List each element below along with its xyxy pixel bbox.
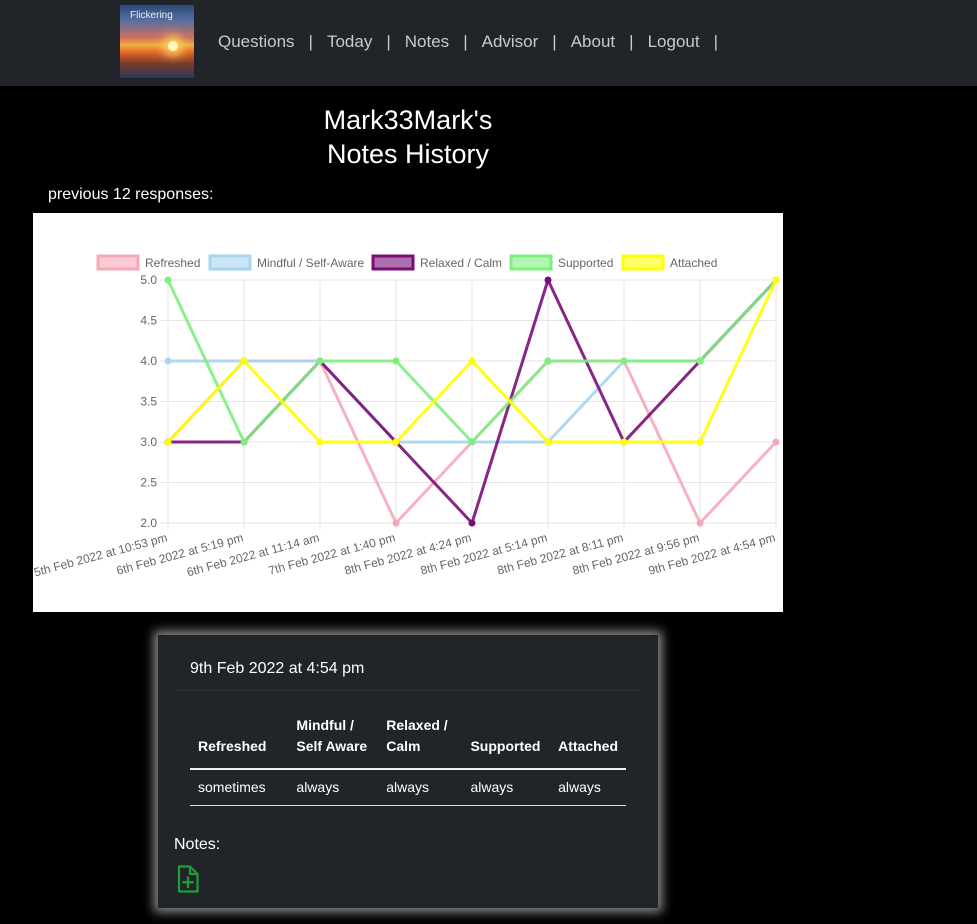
logo-sun <box>168 41 178 51</box>
nav-separator: | <box>713 32 718 51</box>
x-tick-label: 9th Feb 2022 at 4:54 pm <box>647 530 777 577</box>
nav-links: Questions | Today | Notes | Advisor | About | Logo… <box>218 32 732 52</box>
response-table: Refreshed Mindful / Self Aware Relaxed /… <box>190 707 626 806</box>
history-chart-container: 5.0 4.5 4.0 3.5 3.0 2.5 2.0 5th Feb 2022 at 10:… <box>32 213 783 612</box>
cell-refreshed: sometimes <box>190 769 289 806</box>
legend-label: Attached <box>670 256 717 270</box>
table-header-row: Refreshed Mindful / Self Aware Relaxed /… <box>190 707 626 770</box>
nav-separator: | <box>308 32 313 51</box>
data-point <box>544 357 552 365</box>
cell-attached: always <box>550 769 626 806</box>
y-tick-label: 3.5 <box>140 395 157 409</box>
legend-label: Supported <box>558 256 613 270</box>
nav-about[interactable]: About <box>571 32 615 51</box>
data-point <box>544 438 552 446</box>
file-plus-icon[interactable] <box>177 865 199 893</box>
data-point <box>544 276 552 284</box>
page-title-line2: Notes History <box>326 139 490 169</box>
y-tick-label: 4.0 <box>140 354 157 368</box>
data-point <box>240 357 248 365</box>
data-point <box>164 438 172 446</box>
nav-questions[interactable]: Questions <box>218 32 295 51</box>
nav-notes[interactable]: Notes <box>405 32 449 51</box>
data-point <box>468 357 476 365</box>
legend-swatch <box>621 254 665 271</box>
y-tick-label: 5.0 <box>140 273 157 287</box>
logo-text: Flickering <box>130 10 173 21</box>
legend-swatch <box>371 254 415 271</box>
legend-swatch <box>509 254 553 271</box>
history-line-chart: 5.04.54.03.53.02.52.05th Feb 2022 at 10:… <box>32 254 780 579</box>
data-point <box>620 357 628 365</box>
y-tick-label: 4.5 <box>140 314 157 328</box>
legend-swatch <box>96 254 140 271</box>
col-header-relaxed: Relaxed / Calm <box>378 707 463 770</box>
card-date: 9th Feb 2022 at 4:54 pm <box>190 660 365 677</box>
page-title: Mark33Mark's Notes History <box>258 103 558 171</box>
nav-separator: | <box>463 32 468 51</box>
nav-logout[interactable]: Logout <box>648 32 700 51</box>
col-header-supported: Supported <box>462 707 551 770</box>
legend-swatch <box>208 254 252 271</box>
previous-responses-label: previous 12 responses: <box>48 186 214 203</box>
app-logo[interactable]: Flickering <box>120 5 194 78</box>
legend-label: Refreshed <box>145 256 200 270</box>
data-point <box>164 276 172 284</box>
data-point <box>696 357 704 365</box>
notes-label: Notes: <box>174 836 221 853</box>
nav-separator: | <box>629 32 634 51</box>
nav-advisor[interactable]: Advisor <box>482 32 539 51</box>
col-header-attached: Attached <box>550 707 626 770</box>
cell-mindful: always <box>288 769 379 806</box>
data-point <box>392 519 400 527</box>
cell-relaxed: always <box>378 769 463 806</box>
data-point <box>392 357 400 365</box>
nav-today[interactable]: Today <box>327 32 372 51</box>
y-tick-label: 3.0 <box>140 435 157 449</box>
data-point <box>164 357 172 365</box>
data-point <box>316 357 324 365</box>
data-point <box>772 276 780 284</box>
navbar: Flickering Questions | Today | Notes | Advisor… <box>0 0 977 86</box>
data-point <box>240 438 248 446</box>
legend-label: Relaxed / Calm <box>420 256 502 270</box>
y-tick-label: 2.5 <box>140 476 157 490</box>
page-title-line1: Mark33Mark's <box>323 105 493 135</box>
y-tick-label: 2.0 <box>140 516 157 530</box>
col-header-refreshed: Refreshed <box>190 707 289 770</box>
legend-label: Mindful / Self-Aware <box>257 256 364 270</box>
card-header: 9th Feb 2022 at 4:54 pm <box>174 645 640 691</box>
col-header-mindful: Mindful / Self Aware <box>288 707 379 770</box>
response-card: 9th Feb 2022 at 4:54 pm Refreshed Mindfu… <box>158 635 658 908</box>
data-point <box>772 438 780 446</box>
data-point <box>696 519 704 527</box>
nav-separator: | <box>552 32 557 51</box>
table-row: sometimes always always always always <box>190 769 626 806</box>
data-point <box>468 519 476 527</box>
data-point <box>316 438 324 446</box>
data-point <box>620 438 628 446</box>
nav-separator: | <box>386 32 391 51</box>
data-point <box>468 438 476 446</box>
data-point <box>696 438 704 446</box>
cell-supported: always <box>462 769 551 806</box>
data-point <box>392 438 400 446</box>
